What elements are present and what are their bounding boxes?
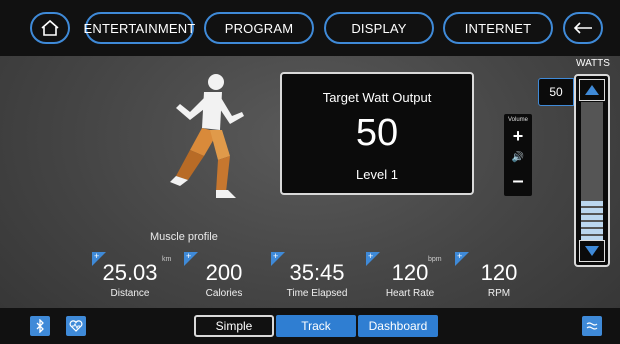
stat-time-elapsed[interactable]: + 35:45 Time Elapsed — [271, 252, 363, 304]
back-button[interactable] — [563, 12, 603, 44]
stat-unit: bpm — [428, 256, 442, 263]
tab-dashboard-label: Dashboard — [368, 319, 428, 333]
stat-label: Time Elapsed — [286, 288, 348, 299]
tab-simple[interactable]: Simple — [194, 315, 274, 337]
nav-program-label: PROGRAM — [224, 20, 294, 36]
waves-menu-icon — [586, 322, 598, 330]
watts-up-button[interactable] — [579, 79, 605, 101]
nav-program-button[interactable]: PROGRAM — [204, 12, 314, 44]
menu-button[interactable] — [582, 316, 602, 336]
stat-label: Calories — [205, 288, 243, 299]
stat-label: Distance — [110, 288, 150, 299]
triangle-down-icon — [585, 246, 599, 256]
tab-dashboard[interactable]: Dashboard — [358, 315, 438, 337]
stat-value: 200 — [205, 260, 243, 285]
nav-internet-label: INTERNET — [464, 20, 532, 36]
tab-track[interactable]: Track — [276, 315, 356, 337]
target-title: Target Watt Output — [322, 90, 432, 105]
nav-display-button[interactable]: DISPLAY — [324, 12, 434, 44]
muscle-profile-label: Muscle profile — [150, 231, 218, 243]
triangle-up-icon — [585, 85, 599, 95]
muscle-profile-figure — [170, 74, 244, 198]
stat-label: Heart Rate — [385, 288, 435, 299]
volume-control: Volume + 🔊 – — [504, 114, 532, 196]
speaker-icon: 🔊 — [511, 152, 525, 163]
tab-track-label: Track — [301, 319, 331, 333]
watts-slider[interactable] — [574, 74, 610, 267]
nav-entertainment-label: ENTERTAINMENT — [83, 20, 196, 36]
watts-down-button[interactable] — [579, 240, 605, 262]
watts-level-bar — [581, 208, 603, 213]
bluetooth-button[interactable] — [30, 316, 50, 336]
stat-calories[interactable]: + 200 Calories — [184, 252, 264, 304]
stat-value: 120 — [391, 260, 429, 285]
watts-level-track — [581, 102, 603, 241]
target-value: 50 — [355, 112, 399, 154]
bluetooth-icon — [36, 319, 44, 333]
back-arrow-icon — [573, 22, 592, 34]
watts-level-bar — [581, 215, 603, 220]
workout-stats: + 25.03 km Distance + 200 Calories + 35:… — [0, 252, 570, 304]
heart-monitor-button[interactable] — [66, 316, 86, 336]
watts-value: 50 — [538, 78, 574, 106]
volume-up-button[interactable]: + — [504, 126, 532, 147]
target-watt-card: Target Watt Output 50 Level 1 — [280, 72, 474, 195]
tab-simple-label: Simple — [215, 319, 253, 333]
nav-display-label: DISPLAY — [351, 20, 407, 36]
watts-level-bar — [581, 201, 603, 206]
watts-label: WATTS — [576, 58, 610, 69]
volume-down-button[interactable]: – — [504, 170, 532, 193]
stat-distance[interactable]: + 25.03 km Distance — [92, 252, 172, 304]
bottom-bar: Simple Track Dashboard — [0, 308, 620, 344]
stat-heart-rate[interactable]: + 120 bpm Heart Rate — [366, 252, 454, 304]
console-screen: ENTERTAINMENT PROGRAM DISPLAY INTERNET M… — [0, 0, 620, 344]
stat-rpm[interactable]: + 120 RPM — [455, 252, 543, 304]
stat-value: 35:45 — [289, 260, 345, 285]
home-button[interactable] — [30, 12, 70, 44]
stat-value: 25.03 — [102, 260, 158, 285]
heart-monitor-icon — [69, 320, 83, 332]
stat-label: RPM — [487, 288, 511, 299]
target-level: Level 1 — [356, 167, 398, 182]
stat-value: 120 — [480, 260, 518, 285]
home-icon — [41, 19, 59, 36]
volume-label: Volume — [507, 117, 528, 123]
nav-internet-button[interactable]: INTERNET — [443, 12, 553, 44]
nav-entertainment-button[interactable]: ENTERTAINMENT — [83, 12, 196, 44]
watts-level-bar — [581, 222, 603, 227]
top-nav-bar: ENTERTAINMENT PROGRAM DISPLAY INTERNET — [0, 0, 620, 56]
watts-level-bar — [581, 229, 603, 234]
stat-unit: km — [162, 256, 172, 263]
